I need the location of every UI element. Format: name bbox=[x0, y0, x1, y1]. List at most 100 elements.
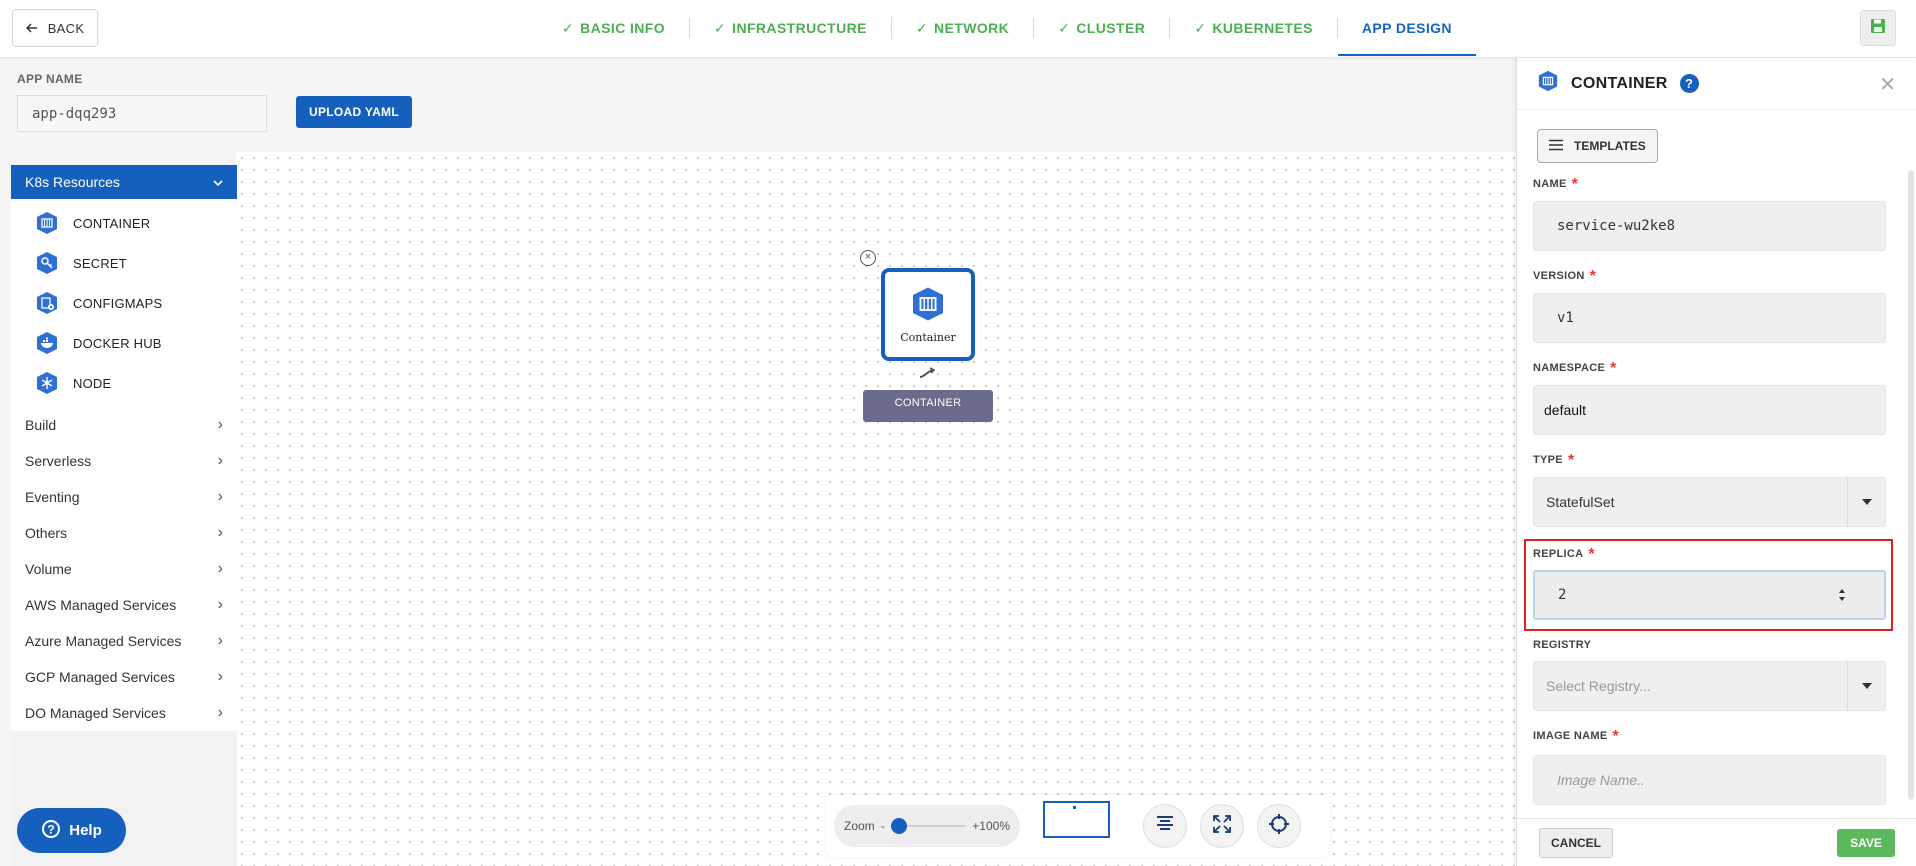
chevron-right-icon: › bbox=[217, 632, 223, 649]
step-infrastructure[interactable]: ✓ INFRASTRUCTURE bbox=[690, 18, 892, 38]
panel-scrollbar[interactable] bbox=[1908, 170, 1914, 800]
close-icon[interactable]: ✕ bbox=[1879, 72, 1896, 97]
label-text: NAMESPACE bbox=[1533, 362, 1606, 374]
image-name-field-label: IMAGE NAME * bbox=[1533, 728, 1619, 746]
cancel-button[interactable]: CANCEL bbox=[1539, 828, 1613, 858]
chevron-right-icon: › bbox=[217, 416, 223, 433]
app-name-input[interactable]: app-dqq293 bbox=[17, 95, 267, 132]
chevron-right-icon: › bbox=[217, 524, 223, 541]
group-others[interactable]: Others › bbox=[11, 515, 237, 551]
step-label: BASIC INFO bbox=[580, 20, 666, 36]
required-mark: * bbox=[1612, 728, 1620, 745]
type-select[interactable]: StatefulSet bbox=[1533, 477, 1886, 527]
check-icon: ✓ bbox=[714, 19, 727, 36]
zoom-value[interactable]: +100% bbox=[972, 819, 1010, 833]
align-center-button[interactable] bbox=[1143, 804, 1187, 848]
resource-docker-hub[interactable]: DOCKER HUB bbox=[11, 323, 237, 363]
menu-icon bbox=[1548, 139, 1564, 154]
image-name-input[interactable]: Image Name.. bbox=[1533, 755, 1886, 805]
container-node[interactable]: Container bbox=[881, 268, 975, 361]
group-build[interactable]: Build › bbox=[11, 407, 237, 443]
link-handle-icon[interactable] bbox=[918, 366, 936, 384]
resource-label: CONFIGMAPS bbox=[73, 295, 163, 311]
help-button[interactable]: ? Help bbox=[17, 808, 126, 853]
resource-secret[interactable]: SECRET bbox=[11, 243, 237, 283]
group-label: AWS Managed Services bbox=[25, 597, 177, 613]
floppy-icon bbox=[1870, 18, 1886, 39]
upload-yaml-button[interactable]: UPLOAD YAML bbox=[296, 96, 412, 128]
version-input[interactable]: v1 bbox=[1533, 293, 1886, 343]
group-azure-managed-services[interactable]: Azure Managed Services › bbox=[11, 623, 237, 659]
node-icon bbox=[35, 371, 59, 395]
replica-input[interactable]: 2 bbox=[1533, 570, 1886, 620]
svg-text:?: ? bbox=[48, 822, 55, 836]
chevron-right-icon: › bbox=[217, 596, 223, 613]
group-label: Azure Managed Services bbox=[25, 633, 182, 649]
type-selected-value: StatefulSet bbox=[1546, 494, 1615, 510]
name-input[interactable]: service-wu2ke8 bbox=[1533, 201, 1886, 251]
resource-node[interactable]: NODE bbox=[11, 363, 237, 403]
registry-select[interactable]: Select Registry... bbox=[1533, 661, 1886, 711]
zoom-slider-knob[interactable] bbox=[890, 818, 907, 834]
resource-configmaps[interactable]: CONFIGMAPS bbox=[11, 283, 237, 323]
k8s-resource-list: CONTAINER SECRET CONFIGMAPS DOCKER HUB N… bbox=[11, 199, 237, 407]
step-app-design[interactable]: APP DESIGN bbox=[1337, 0, 1476, 56]
required-mark: * bbox=[1571, 176, 1579, 193]
resource-label: SECRET bbox=[73, 255, 127, 271]
configmap-icon bbox=[35, 291, 59, 315]
help-icon[interactable]: ? bbox=[1679, 74, 1699, 93]
step-network[interactable]: ✓ NETWORK bbox=[892, 18, 1035, 38]
group-label: Volume bbox=[25, 561, 72, 577]
save-icon-button[interactable] bbox=[1860, 10, 1896, 46]
center-focus-button[interactable] bbox=[1257, 804, 1301, 848]
step-cluster[interactable]: ✓ CLUSTER bbox=[1034, 18, 1171, 38]
zoom-minus[interactable]: - bbox=[881, 819, 885, 833]
label-text: NAME bbox=[1533, 178, 1567, 190]
top-bar: BACK ✓ BASIC INFO ✓ INFRASTRUCTURE ✓ NET… bbox=[0, 0, 1916, 58]
chevron-right-icon: › bbox=[217, 560, 223, 577]
container-icon bbox=[910, 286, 946, 327]
wizard-steps: ✓ BASIC INFO ✓ INFRASTRUCTURE ✓ NETWORK … bbox=[538, 0, 1476, 56]
check-icon: ✓ bbox=[1194, 19, 1207, 36]
fit-screen-button[interactable] bbox=[1200, 804, 1244, 848]
registry-field-label: REGISTRY bbox=[1533, 639, 1591, 651]
group-gcp-managed-services[interactable]: GCP Managed Services › bbox=[11, 659, 237, 695]
node-type-tag: CONTAINER bbox=[863, 390, 993, 422]
group-label: Build bbox=[25, 417, 57, 433]
check-icon: ✓ bbox=[1058, 19, 1071, 36]
save-button[interactable]: SAVE bbox=[1837, 829, 1895, 857]
group-label: Serverless bbox=[25, 453, 92, 469]
group-label: Eventing bbox=[25, 489, 80, 505]
resource-container[interactable]: CONTAINER bbox=[11, 203, 237, 243]
group-eventing[interactable]: Eventing › bbox=[11, 479, 237, 515]
caret-down-icon bbox=[1847, 478, 1885, 526]
zoom-label: Zoom bbox=[844, 819, 875, 833]
replica-field-label: REPLICA * bbox=[1533, 546, 1595, 564]
replica-value: 2 bbox=[1558, 587, 1567, 603]
group-label: GCP Managed Services bbox=[25, 669, 175, 685]
resource-label: NODE bbox=[73, 375, 112, 391]
step-kubernetes[interactable]: ✓ KUBERNETES bbox=[1170, 18, 1338, 38]
crosshair-icon bbox=[1268, 813, 1290, 840]
group-do-managed-services[interactable]: DO Managed Services › bbox=[11, 695, 237, 731]
zoom-slider[interactable] bbox=[890, 818, 967, 834]
docker-icon bbox=[35, 331, 59, 355]
node-label: Container bbox=[900, 330, 956, 344]
group-aws-managed-services[interactable]: AWS Managed Services › bbox=[11, 587, 237, 623]
minimap-viewport-marker bbox=[1073, 806, 1076, 809]
design-canvas[interactable] bbox=[236, 152, 1516, 866]
step-label: KUBERNETES bbox=[1212, 20, 1313, 36]
k8s-resources-header[interactable]: K8s Resources bbox=[11, 165, 237, 199]
namespace-input[interactable]: default bbox=[1533, 385, 1886, 435]
back-button[interactable]: BACK bbox=[12, 9, 98, 47]
required-mark: * bbox=[1567, 452, 1575, 469]
step-basic-info[interactable]: ✓ BASIC INFO bbox=[538, 18, 691, 38]
spinner-arrows-icon[interactable] bbox=[1838, 588, 1846, 602]
group-serverless[interactable]: Serverless › bbox=[11, 443, 237, 479]
templates-button[interactable]: TEMPLATES bbox=[1537, 129, 1658, 163]
templates-label: TEMPLATES bbox=[1574, 139, 1646, 153]
chevron-right-icon: › bbox=[217, 668, 223, 685]
node-remove-icon[interactable]: × bbox=[860, 250, 876, 266]
group-volume[interactable]: Volume › bbox=[11, 551, 237, 587]
minimap[interactable] bbox=[1043, 801, 1110, 838]
